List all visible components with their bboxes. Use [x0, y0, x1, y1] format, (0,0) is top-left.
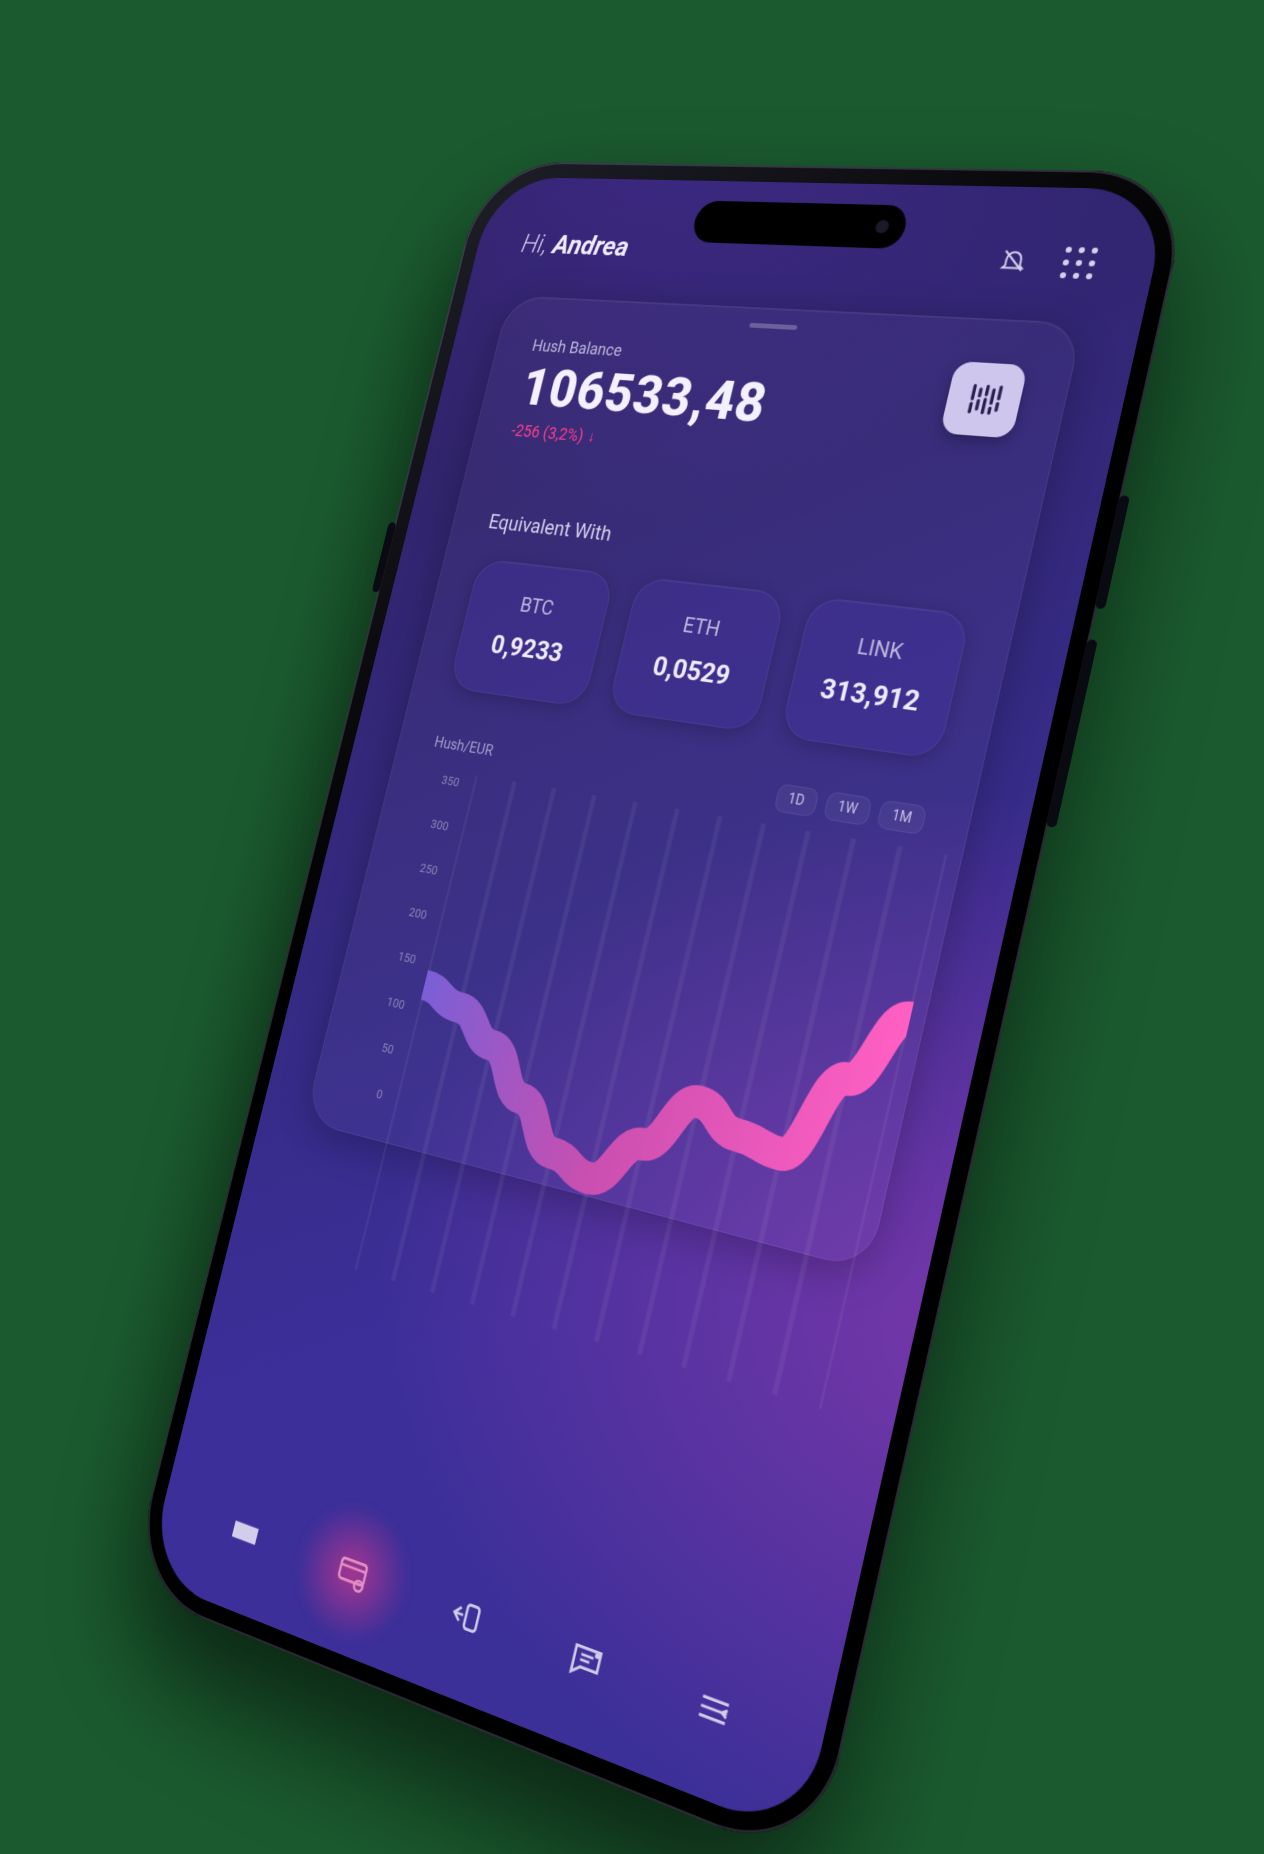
nav-card-settings[interactable] — [314, 1526, 392, 1622]
chart-line — [355, 775, 948, 1409]
chart-area[interactable]: 350 300 250 200 150 100 50 0 — [347, 767, 948, 1230]
equivalent-tile-btc[interactable]: BTC 0,9233 — [448, 558, 616, 707]
chart-block: Hush/EUR 1D 1W 1M 350 300 250 200 150 100 50 0 — [347, 729, 928, 1222]
menu-collapse-icon — [690, 1681, 739, 1739]
equivalent-tile-eth[interactable]: ETH 0,0529 — [607, 576, 786, 732]
chart-ytick: 0 — [348, 1080, 389, 1104]
chart-title: Hush/EUR — [433, 733, 495, 760]
nav-transfer[interactable] — [425, 1567, 507, 1666]
range-1d-button[interactable]: 1D — [773, 783, 819, 817]
chart-range-toggle: 1D 1W 1M — [773, 783, 928, 835]
tile-symbol: LINK — [809, 629, 953, 671]
notifications-muted-icon[interactable] — [992, 243, 1035, 279]
greeting: Hi, Andrea — [519, 228, 633, 262]
transfer-icon — [444, 1589, 488, 1643]
balance-card: Hush Balance 106533,48 -256 (3,2%) ↓ — [304, 295, 1083, 1271]
tile-symbol: ETH — [636, 608, 769, 648]
side-button — [1094, 495, 1130, 609]
equivalent-tile-link[interactable]: LINK 313,912 — [779, 596, 971, 760]
nav-menu[interactable] — [669, 1657, 759, 1764]
chart-ytick: 150 — [381, 947, 422, 969]
greeting-name: Andrea — [550, 229, 633, 262]
tile-symbol: BTC — [476, 589, 599, 626]
qr-scan-button[interactable] — [939, 361, 1028, 438]
chart-ytick: 250 — [403, 859, 444, 880]
tile-value: 313,912 — [798, 669, 944, 720]
tile-value: 0,0529 — [625, 647, 760, 696]
drag-handle[interactable] — [749, 323, 798, 330]
chart-ytick: 300 — [413, 815, 454, 836]
range-1m-button[interactable]: 1M — [876, 799, 927, 835]
arrow-down-icon: ↓ — [586, 428, 597, 447]
bottom-nav — [156, 1467, 831, 1791]
header: Hi, Andrea — [518, 228, 1101, 282]
tile-value: 0,9233 — [465, 626, 590, 672]
card-settings-icon — [332, 1547, 374, 1599]
apps-grid-icon[interactable] — [1057, 245, 1101, 282]
balance-value: 106533,48 — [516, 360, 773, 433]
phone-frame: Hi, Andrea — [128, 161, 1194, 1854]
equivalent-tiles: BTC 0,9233 ETH 0,0529 LINK 313,912 — [448, 558, 971, 760]
chart-ytick: 100 — [370, 991, 411, 1014]
side-button — [372, 522, 397, 593]
chart-ytick: 200 — [392, 903, 433, 925]
messages-icon — [563, 1634, 609, 1690]
chart-ytick: 350 — [424, 771, 465, 791]
wallet-icon — [225, 1508, 265, 1558]
nav-messages[interactable] — [544, 1610, 630, 1713]
chart-ytick: 50 — [359, 1036, 400, 1059]
range-1w-button[interactable]: 1W — [822, 791, 873, 826]
screen: Hi, Andrea — [146, 177, 1172, 1839]
